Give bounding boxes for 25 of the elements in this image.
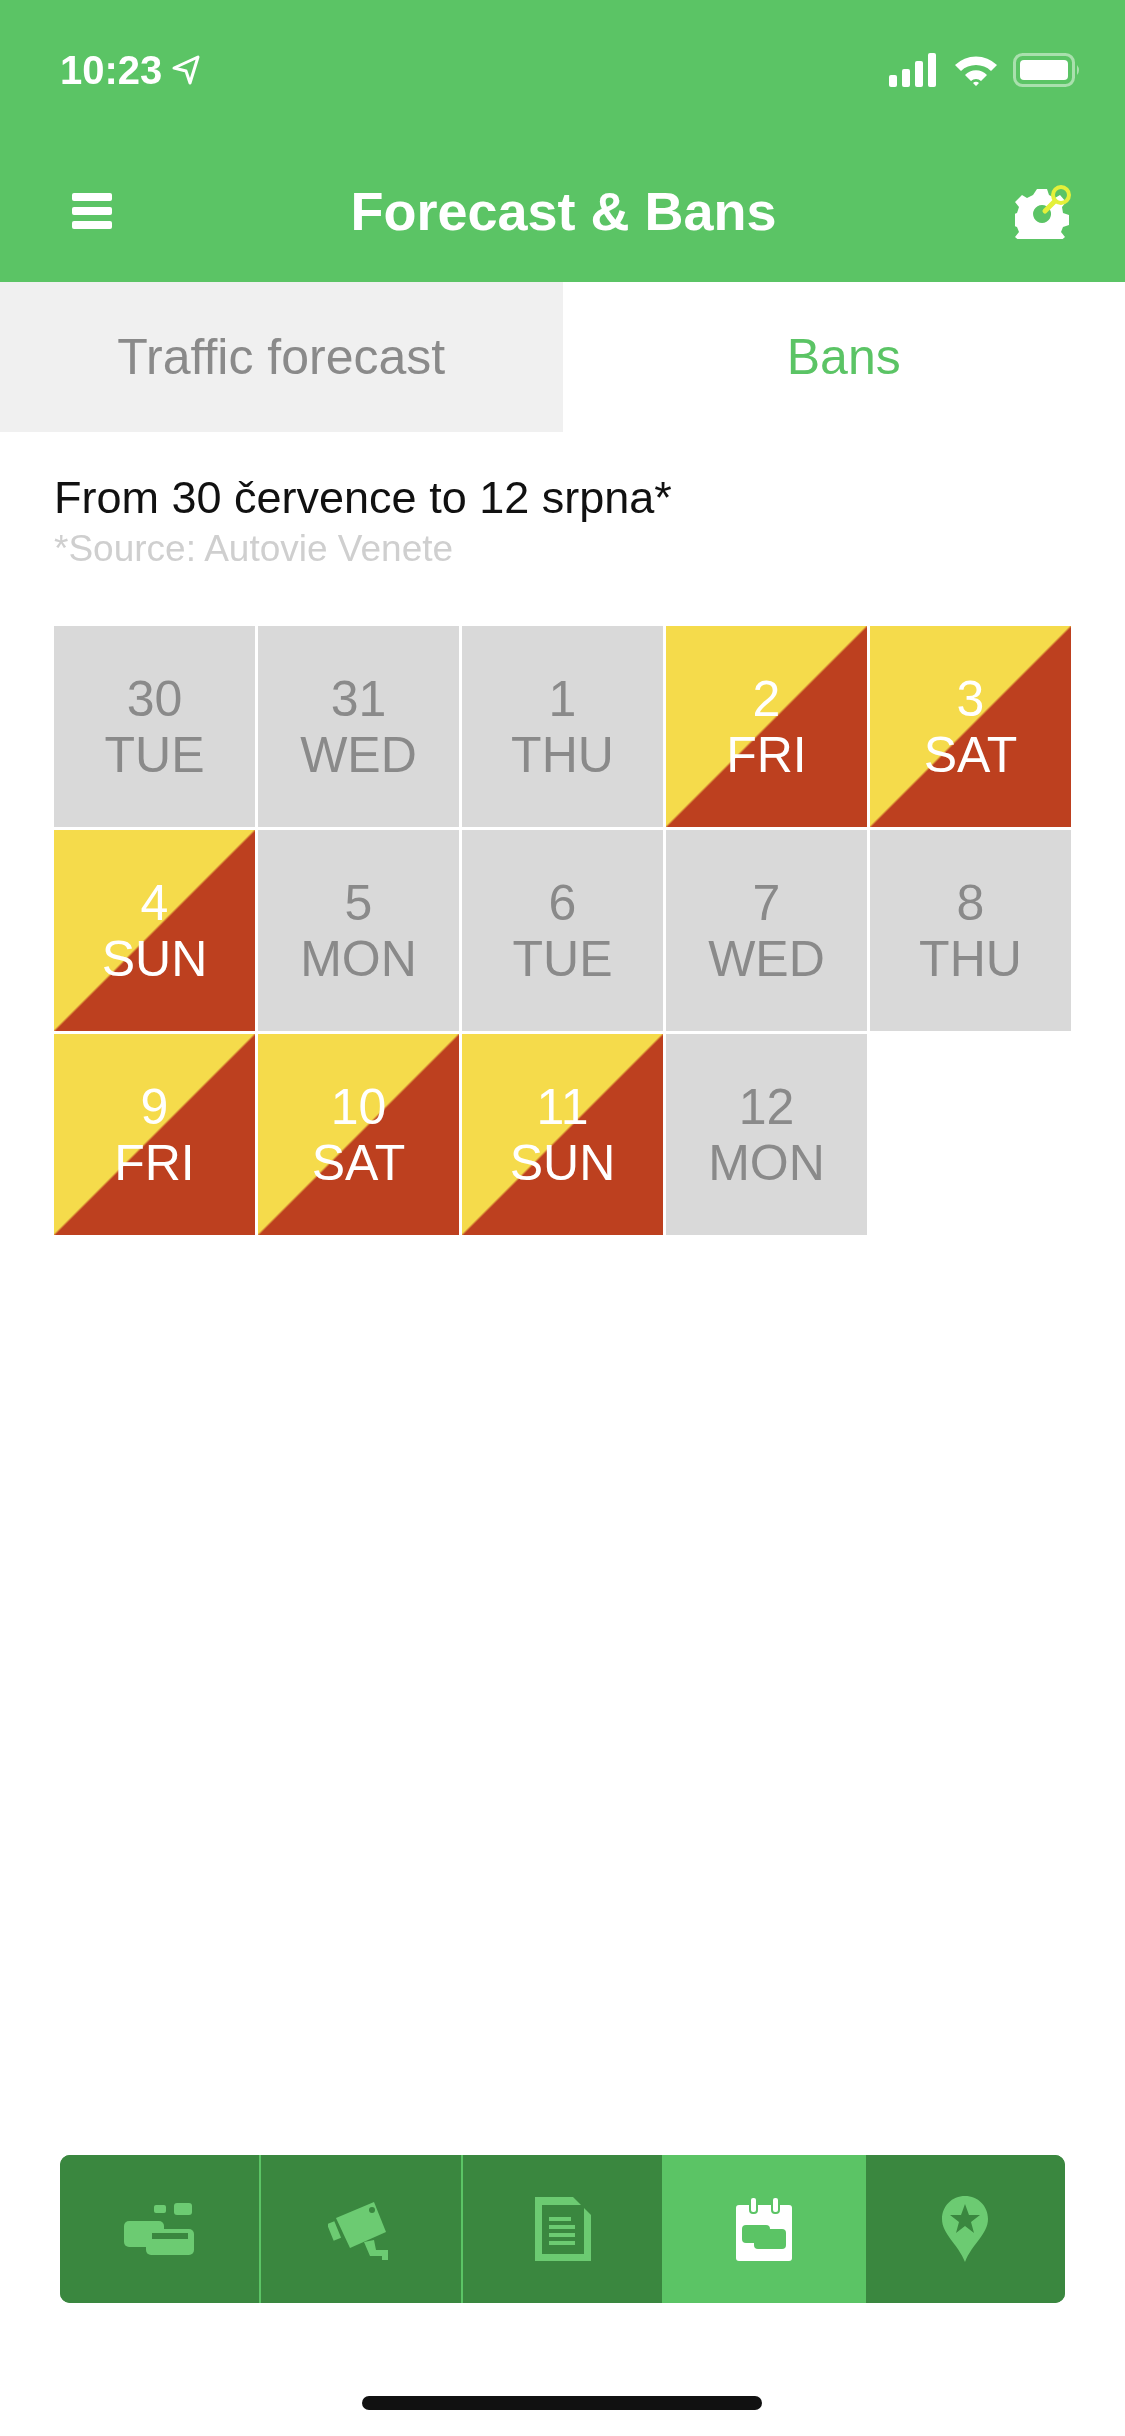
day-cell[interactable]: 5 MON bbox=[258, 830, 459, 1031]
tab[interactable]: Traffic forecast bbox=[0, 282, 563, 432]
day-cell[interactable]: 6 TUE bbox=[462, 830, 663, 1031]
nav-tab[interactable] bbox=[664, 2155, 866, 2303]
calendar-car-icon bbox=[735, 2197, 792, 2261]
ban-day-cell[interactable]: 2 FRI bbox=[666, 626, 867, 827]
signal-icon bbox=[889, 53, 939, 87]
ban-day-cell[interactable]: 9 FRI bbox=[54, 1034, 255, 1235]
period-title: From 30 července to 12 srpna* bbox=[54, 472, 673, 524]
menu-icon[interactable] bbox=[72, 191, 112, 231]
gear-search-icon[interactable] bbox=[1015, 183, 1073, 239]
battery-icon bbox=[1013, 53, 1081, 87]
location-arrow-icon bbox=[172, 55, 201, 85]
wifi-icon bbox=[953, 53, 999, 87]
day-cell[interactable]: 8 THU bbox=[870, 830, 1071, 1031]
day-cell[interactable]: 12 MON bbox=[666, 1034, 867, 1235]
nav-tab[interactable] bbox=[60, 2155, 262, 2303]
status-time: 10:23 bbox=[60, 47, 163, 93]
star-pin-icon bbox=[942, 2196, 989, 2262]
document-icon bbox=[534, 2197, 591, 2261]
day-cell[interactable]: 30 TUE bbox=[54, 626, 255, 827]
screen-title: Forecast & Bans bbox=[350, 180, 777, 242]
day-cell[interactable]: 31 WED bbox=[258, 626, 459, 827]
day-cell[interactable]: 1 THU bbox=[462, 626, 663, 827]
day-cell[interactable]: 7 WED bbox=[666, 830, 867, 1031]
